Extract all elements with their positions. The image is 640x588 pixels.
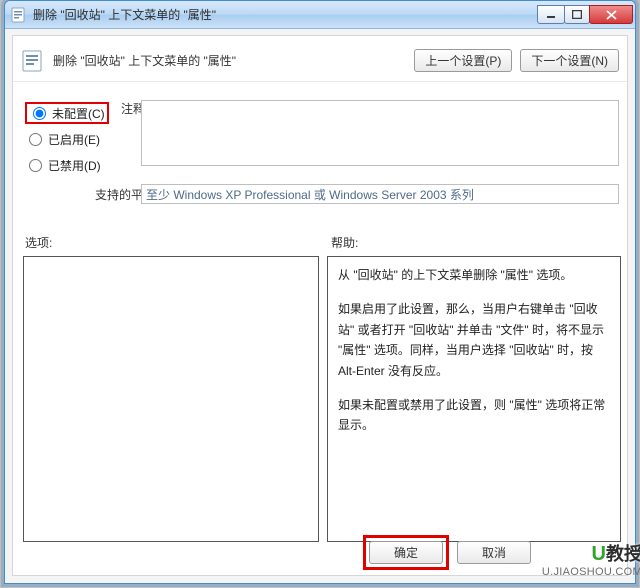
next-setting-button[interactable]: 下一个设置(N) [520,49,619,72]
dialog-content: 删除 "回收站" 上下文菜单的 "属性" 上一个设置(P) 下一个设置(N) 未… [12,35,628,576]
help-label: 帮助: [331,234,358,251]
ok-button[interactable]: 确定 [369,541,443,564]
highlight-box: 未配置(C) [25,102,109,124]
options-label: 选项: [25,234,52,251]
radio-not-configured-label: 未配置(C) [52,105,105,122]
help-paragraph: 从 "回收站" 的上下文菜单删除 "属性" 选项。 [338,265,610,285]
close-button[interactable] [589,5,633,24]
minimize-button[interactable] [537,5,565,24]
window-controls [538,5,633,24]
help-paragraph: 如果启用了此设置，那么，当用户右键单击 "回收站" 或者打开 "回收站" 并单击… [338,299,610,381]
cancel-button[interactable]: 取消 [457,541,531,564]
options-panel [23,256,319,542]
radio-enabled[interactable] [29,133,42,146]
highlight-box: 确定 [363,535,449,570]
radio-enabled-label: 已启用(E) [48,131,100,148]
titlebar: 删除 "回收站" 上下文菜单的 "属性" [5,1,635,29]
radio-not-configured[interactable] [33,107,46,120]
window-title: 删除 "回收站" 上下文菜单的 "属性" [33,6,538,23]
radio-disabled-label: 已禁用(D) [48,157,101,174]
radio-disabled[interactable] [29,159,42,172]
policy-icon [21,49,45,73]
comment-textarea[interactable] [141,100,619,166]
dialog-window: 删除 "回收站" 上下文菜单的 "属性" 删除 "回收站" 上下文菜单的 "属性… [4,0,636,584]
supported-on-value: 至少 Windows XP Professional 或 Windows Ser… [141,184,619,204]
previous-setting-button[interactable]: 上一个设置(P) [414,49,512,72]
dialog-buttons: 确定 取消 应用(A) [13,537,627,567]
header-buttons: 上一个设置(P) 下一个设置(N) [414,49,619,72]
maximize-button[interactable] [564,5,590,24]
help-panel: 从 "回收站" 的上下文菜单删除 "属性" 选项。 如果启用了此设置，那么，当用… [327,256,621,542]
header-title: 删除 "回收站" 上下文菜单的 "属性" [53,52,414,69]
help-paragraph: 如果未配置或禁用了此设置，则 "属性" 选项将正常显示。 [338,395,610,436]
header-row: 删除 "回收站" 上下文菜单的 "属性" 上一个设置(P) 下一个设置(N) [13,36,627,82]
policy-icon [11,7,27,23]
